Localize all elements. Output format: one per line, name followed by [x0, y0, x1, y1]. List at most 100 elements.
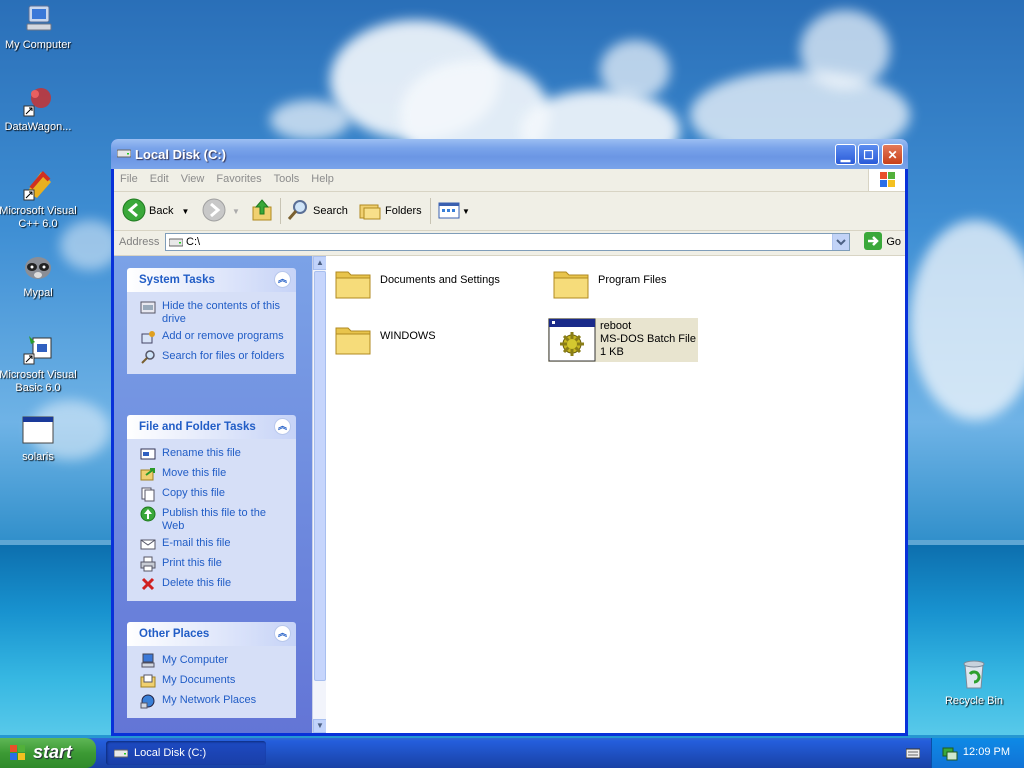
collapse-icon[interactable]: ︽ [274, 271, 291, 288]
file-item-reboot[interactable]: reboot MS-DOS Batch File 1 KB [548, 318, 698, 362]
address-input[interactable]: C:\ [165, 233, 850, 251]
task-label: E-mail this file [162, 537, 231, 549]
window-titlebar[interactable]: Local Disk (C:) ▁ ☐ ✕ [111, 139, 908, 169]
chevron-down-icon[interactable]: ▼ [181, 207, 189, 216]
menu-bar: File Edit View Favorites Tools Help [114, 169, 905, 192]
folders-button[interactable]: Folders [358, 198, 422, 224]
menu-favorites[interactable]: Favorites [210, 169, 267, 189]
place-network[interactable]: My Network Places [127, 692, 296, 712]
collapse-icon[interactable]: ︽ [274, 418, 291, 435]
start-button[interactable]: start [0, 738, 96, 768]
close-button[interactable]: ✕ [882, 144, 903, 165]
task-rename[interactable]: Rename this file [127, 445, 296, 465]
taskbar-button-local-disk[interactable]: Local Disk (C:) [106, 741, 266, 765]
desktop-icon-my-computer[interactable]: My Computer [0, 2, 78, 52]
menu-file[interactable]: File [114, 169, 144, 189]
place-label: My Network Places [162, 694, 257, 706]
folder-item-documents-settings[interactable]: Documents and Settings [334, 264, 500, 302]
clock[interactable]: 12:09 PM [963, 746, 1010, 758]
panel-header[interactable]: Other Places ︽ [127, 622, 296, 646]
desktop-icon-label: solaris [22, 451, 54, 463]
task-delete[interactable]: Delete this file [127, 575, 296, 595]
task-label: Rename this file [162, 447, 241, 459]
task-hide-contents[interactable]: Hide the contents of this drive [127, 298, 296, 328]
chevron-down-icon [836, 239, 846, 246]
task-pane-scrollbar[interactable]: ▲ ▼ [312, 256, 327, 733]
task-email[interactable]: E-mail this file [127, 535, 296, 555]
address-dropdown-button[interactable] [832, 234, 849, 250]
maximize-button[interactable]: ☐ [858, 144, 879, 165]
task-search-files[interactable]: Search for files or folders [127, 348, 296, 368]
views-icon [437, 198, 461, 225]
go-button[interactable]: Go [864, 231, 901, 253]
go-label: Go [886, 236, 901, 248]
desktop-icon-datawagon[interactable]: DataWagon... [0, 84, 78, 134]
place-my-documents[interactable]: My Documents [127, 672, 296, 692]
panel-title: System Tasks [139, 274, 215, 286]
address-value: C:\ [186, 236, 201, 248]
chevron-down-icon[interactable]: ▼ [232, 207, 240, 216]
item-name: Program Files [598, 274, 667, 286]
desktop-icon-visual-cpp[interactable]: Microsoft Visual C++ 6.0 [0, 168, 78, 231]
panel-header[interactable]: System Tasks ︽ [127, 268, 296, 292]
desktop-icon-label: Mypal [23, 287, 53, 299]
file-list: Documents and Settings Program Files WIN… [326, 256, 905, 733]
back-arrow-icon [122, 198, 146, 225]
documents-folder-icon [140, 673, 156, 689]
maximize-icon: ☐ [863, 148, 874, 162]
desktop-icon-mypal[interactable]: Mypal [0, 250, 78, 300]
desktop-icon-label: Microsoft Visual C++ 6.0 [0, 205, 77, 230]
menu-tools[interactable]: Tools [268, 169, 306, 189]
scroll-thumb[interactable] [314, 271, 326, 681]
panel-title: File and Folder Tasks [139, 421, 256, 433]
keyboard-icon[interactable] [905, 747, 921, 762]
close-icon: ✕ [887, 148, 898, 162]
folder-item-windows[interactable]: WINDOWS [334, 320, 436, 358]
batch-file-gear-icon [548, 318, 596, 362]
panel-header[interactable]: File and Folder Tasks ︽ [127, 415, 296, 439]
menu-view[interactable]: View [175, 169, 211, 189]
desktop-icon-label: Microsoft Visual Basic 6.0 [0, 369, 77, 394]
search-label: Search [313, 205, 348, 217]
task-publish-web[interactable]: Publish this file to the Web [127, 505, 296, 535]
item-name: reboot [600, 320, 632, 332]
folder-item-program-files[interactable]: Program Files [552, 264, 666, 302]
views-button[interactable]: ▼ [437, 198, 470, 224]
panel-body: My Computer My Documents My Network Plac… [127, 646, 296, 718]
minimize-button[interactable]: ▁ [835, 144, 856, 165]
forward-arrow-icon [202, 198, 226, 225]
task-label: Publish this file to the Web [162, 507, 266, 532]
add-remove-icon [140, 329, 156, 345]
folder-icon [334, 264, 372, 302]
task-copy[interactable]: Copy this file [127, 485, 296, 505]
minimize-icon: ▁ [840, 148, 851, 162]
taskbar-button-label: Local Disk (C:) [134, 747, 207, 759]
back-button[interactable]: Back ▼ [122, 198, 189, 224]
up-folder-button[interactable] [250, 198, 274, 224]
scroll-down-arrow-icon[interactable]: ▼ [313, 719, 327, 733]
toolbar-separator [430, 198, 431, 224]
search-button[interactable]: Search [286, 198, 348, 224]
collapse-icon[interactable]: ︽ [274, 625, 291, 642]
scroll-up-arrow-icon[interactable]: ▲ [313, 256, 327, 270]
task-print[interactable]: Print this file [127, 555, 296, 575]
menu-edit[interactable]: Edit [144, 169, 175, 189]
menu-help[interactable]: Help [305, 169, 340, 189]
task-move[interactable]: Move this file [127, 465, 296, 485]
forward-button[interactable]: ▼ [202, 198, 240, 224]
folder-icon [552, 264, 590, 302]
windows-logo-icon [868, 169, 905, 191]
place-my-computer[interactable]: My Computer [127, 652, 296, 672]
system-tray: 12:09 PM [931, 738, 1024, 768]
go-arrow-icon [864, 231, 883, 253]
copy-icon [140, 486, 156, 502]
other-places-panel: Other Places ︽ My Computer My Documents … [127, 622, 296, 718]
task-label: Delete this file [162, 577, 232, 589]
back-label: Back [149, 205, 174, 217]
item-name: WINDOWS [380, 330, 436, 342]
task-add-remove-programs[interactable]: Add or remove programs [127, 328, 296, 348]
network-status-icon[interactable] [942, 745, 958, 764]
desktop-icon-recycle-bin[interactable]: Recycle Bin [934, 658, 1014, 708]
desktop-icon-visual-basic[interactable]: Microsoft Visual Basic 6.0 [0, 332, 78, 395]
desktop-icon-solaris[interactable]: solaris [0, 414, 78, 464]
